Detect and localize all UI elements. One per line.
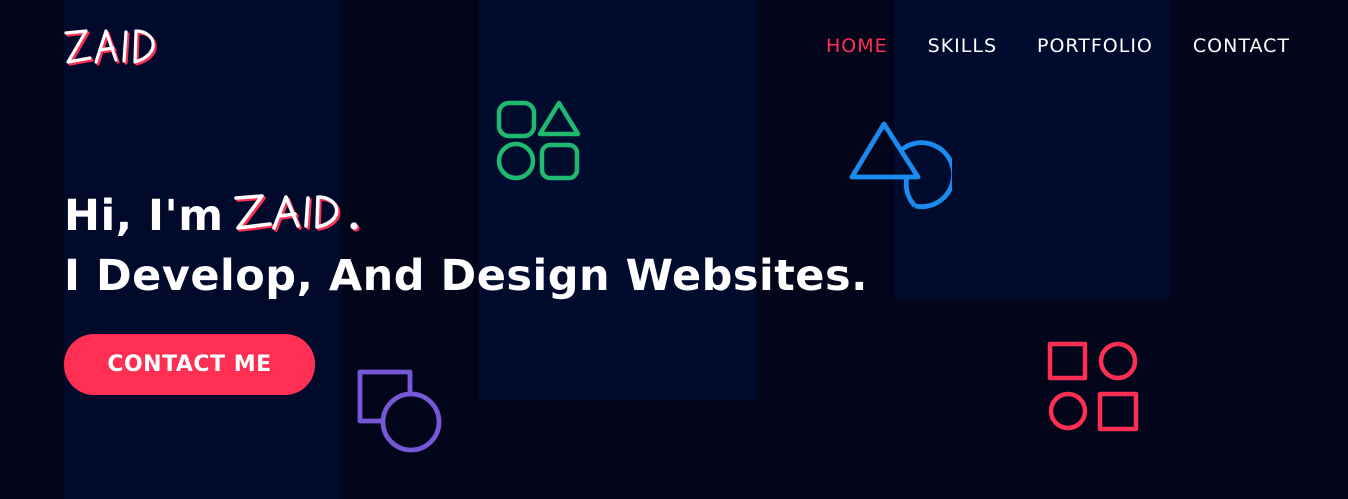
logo-wordmark bbox=[64, 29, 157, 66]
triangle-circle-icon bbox=[848, 120, 952, 212]
hero-greeting: Hi, I'm bbox=[64, 191, 224, 241]
square-circle-icon bbox=[356, 368, 444, 456]
hero-tagline: I Develop, And Design Websites. bbox=[64, 251, 868, 301]
main-nav: HOME SKILLS PORTFOLIO CONTACT bbox=[826, 35, 1290, 57]
hero-section: Hi, I'm I Develop, And Design Websites. bbox=[64, 186, 964, 306]
contact-me-button[interactable]: CONTACT ME bbox=[64, 334, 315, 395]
hero-name-script bbox=[230, 188, 362, 240]
shapes-icon bbox=[496, 100, 582, 182]
hero-greeting-line: Hi, I'm bbox=[64, 186, 964, 246]
nav-portfolio[interactable]: PORTFOLIO bbox=[1037, 35, 1153, 57]
nav-skills[interactable]: SKILLS bbox=[928, 35, 997, 57]
nav-contact[interactable]: CONTACT bbox=[1193, 35, 1290, 57]
nav-home[interactable]: HOME bbox=[826, 35, 888, 57]
shapes-grid-icon bbox=[1046, 340, 1140, 434]
brand-logo[interactable] bbox=[62, 24, 168, 76]
